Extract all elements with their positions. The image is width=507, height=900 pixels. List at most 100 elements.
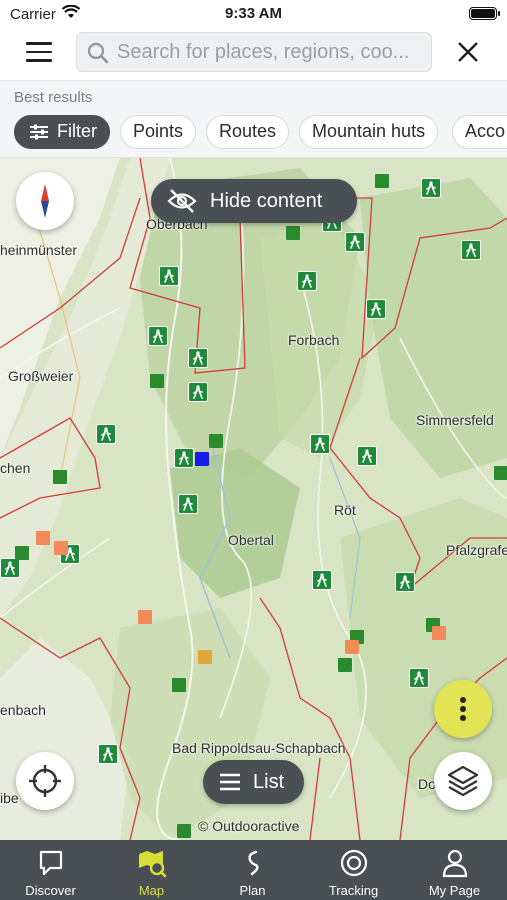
hiking-marker[interactable] — [395, 572, 415, 592]
filter-chip-label: Filter — [57, 121, 97, 141]
eye-off-icon — [167, 189, 197, 213]
hiking-marker[interactable] — [188, 348, 208, 368]
points-chip[interactable]: Points — [120, 115, 197, 149]
hiking-marker[interactable] — [174, 448, 194, 468]
tab-my-page[interactable]: My Page — [404, 840, 505, 900]
compass-icon — [41, 184, 49, 218]
filter-bar: Best results Filter Points Routes Mounta… — [0, 80, 507, 158]
hiking-marker[interactable] — [366, 299, 386, 319]
hiking-marker[interactable] — [312, 570, 332, 590]
accommodation-chip[interactable]: Acco — [452, 115, 507, 149]
tab-label: Tracking — [328, 883, 379, 898]
point-marker[interactable] — [209, 434, 223, 448]
hiking-marker[interactable] — [297, 271, 317, 291]
hiker-icon — [164, 269, 174, 283]
orange-marker[interactable] — [345, 640, 359, 654]
orange-marker[interactable] — [36, 531, 50, 545]
chat-bubble-icon — [39, 850, 63, 876]
compass-button[interactable] — [16, 172, 74, 230]
point-marker[interactable] — [15, 546, 29, 560]
hiker-icon — [193, 351, 203, 365]
map-attribution: © Outdooractive — [198, 818, 300, 834]
hiker-icon — [362, 449, 372, 463]
crosshair-icon — [29, 765, 61, 797]
hiker-icon — [414, 671, 424, 685]
orange-marker[interactable] — [54, 541, 68, 555]
hiker-icon — [5, 561, 15, 575]
hiker-icon — [400, 575, 410, 589]
hiking-marker[interactable] — [148, 326, 168, 346]
more-options-button[interactable] — [434, 680, 492, 738]
tab-map[interactable]: Map — [101, 840, 202, 900]
tab-label: My Page — [428, 883, 481, 898]
hiker-icon — [466, 243, 476, 257]
place-label: Großweier — [8, 368, 74, 384]
layers-icon — [447, 765, 479, 797]
search-field[interactable] — [76, 32, 432, 72]
hiking-marker[interactable] — [0, 558, 20, 578]
point-marker[interactable] — [286, 226, 300, 240]
hiker-icon — [315, 437, 325, 451]
best-results-heading: Best results — [14, 89, 93, 106]
point-marker[interactable] — [338, 658, 352, 672]
orange-marker[interactable] — [432, 626, 446, 640]
tab-tracking[interactable]: Tracking — [303, 840, 404, 900]
point-marker[interactable] — [494, 466, 507, 480]
menu-button[interactable] — [26, 42, 52, 62]
sliders-icon — [30, 124, 48, 140]
place-label: chen — [0, 460, 31, 476]
locate-button[interactable] — [16, 752, 74, 810]
point-marker[interactable] — [177, 824, 191, 838]
place-label: Röt — [334, 502, 356, 518]
place-label: Forbach — [288, 332, 340, 348]
hiking-marker[interactable] — [178, 494, 198, 514]
point-marker[interactable] — [53, 470, 67, 484]
hiking-marker[interactable] — [159, 266, 179, 286]
hide-content-button[interactable]: Hide content — [151, 179, 357, 223]
hiking-marker[interactable] — [188, 382, 208, 402]
hiking-marker[interactable] — [357, 446, 377, 466]
list-label: List — [253, 771, 285, 793]
tab-discover[interactable]: Discover — [0, 840, 101, 900]
map-view[interactable]: heinmünster Großweier chen Forbach Simme… — [0, 158, 507, 840]
routes-chip[interactable]: Routes — [206, 115, 290, 149]
close-icon[interactable] — [452, 36, 484, 68]
tab-plan[interactable]: Plan — [202, 840, 303, 900]
hiker-icon — [101, 427, 111, 441]
status-bar: Carrier 9:33 AM — [0, 0, 507, 28]
hiker-icon — [371, 302, 381, 316]
point-marker[interactable] — [172, 678, 186, 692]
mountain-huts-chip[interactable]: Mountain huts — [299, 115, 439, 149]
search-input[interactable] — [117, 33, 422, 71]
tab-label: Discover — [25, 883, 76, 898]
map-search-icon — [139, 851, 167, 878]
hiking-marker[interactable] — [461, 240, 481, 260]
list-icon — [220, 773, 240, 791]
place-label: heinmünster — [0, 242, 78, 258]
gold-marker[interactable] — [198, 650, 212, 664]
orange-marker[interactable] — [138, 610, 152, 624]
filter-chip[interactable]: Filter — [14, 115, 110, 149]
hiking-marker[interactable] — [421, 178, 441, 198]
tab-label: Plan — [239, 883, 266, 898]
hiker-icon — [153, 329, 163, 343]
selected-marker[interactable] — [195, 452, 209, 466]
place-label: Simmersfeld — [416, 412, 494, 428]
point-marker[interactable] — [150, 374, 164, 388]
search-icon — [87, 42, 109, 64]
hiker-icon — [103, 747, 113, 761]
point-marker[interactable] — [375, 174, 389, 188]
person-icon — [442, 849, 468, 878]
hiker-icon — [179, 451, 189, 465]
hiking-marker[interactable] — [98, 744, 118, 764]
hiking-marker[interactable] — [310, 434, 330, 454]
list-button[interactable]: List — [203, 760, 304, 804]
hiking-marker[interactable] — [409, 668, 429, 688]
layers-button[interactable] — [434, 752, 492, 810]
record-icon — [340, 849, 368, 877]
hiking-marker[interactable] — [345, 232, 365, 252]
map-terrain — [0, 158, 507, 840]
hide-content-label: Hide content — [210, 190, 323, 212]
tab-bar: Discover Map Plan Tracking My Page — [0, 840, 507, 900]
hiking-marker[interactable] — [96, 424, 116, 444]
